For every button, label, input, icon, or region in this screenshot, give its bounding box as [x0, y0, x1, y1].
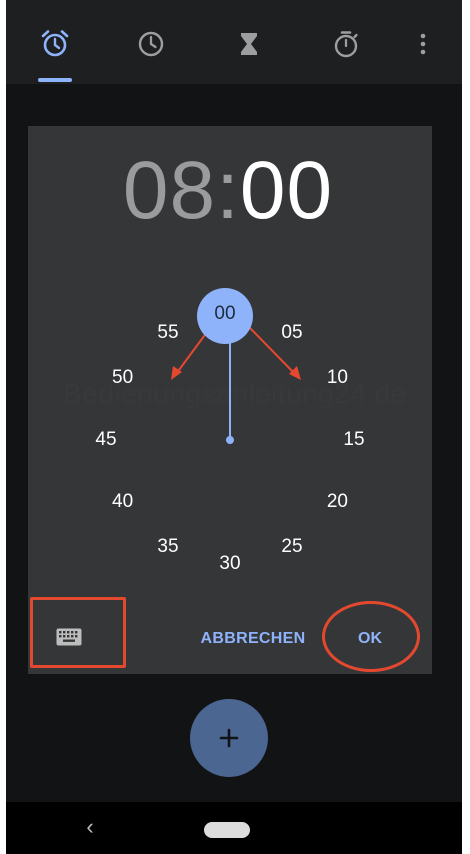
minute-label-45[interactable]: 45 [86, 428, 126, 452]
selected-minute-label: 00 [214, 303, 236, 324]
minute-label-30[interactable]: 30 [210, 552, 250, 576]
minute-label-15[interactable]: 15 [334, 428, 374, 452]
cancel-button[interactable]: ABBRECHEN [194, 626, 312, 652]
time-separator: : [216, 145, 240, 236]
hourglass-icon[interactable] [229, 24, 269, 64]
stopwatch-icon[interactable] [326, 24, 366, 64]
minute-label-25[interactable]: 25 [272, 535, 312, 559]
back-button[interactable]: ‹ [78, 815, 102, 839]
clock-icon[interactable] [131, 24, 171, 64]
minute-label-50[interactable]: 50 [103, 366, 143, 390]
home-button[interactable] [204, 822, 250, 838]
app-tab-bar [6, 0, 462, 84]
time-display: 08:00 [0, 150, 456, 232]
ok-button[interactable]: OK [340, 622, 400, 656]
active-tab-indicator [38, 78, 72, 82]
minute-label-10[interactable]: 10 [317, 366, 357, 390]
minute-label-20[interactable]: 20 [317, 490, 357, 514]
keyboard-icon [56, 628, 82, 646]
keyboard-button[interactable] [48, 616, 90, 658]
minute-value[interactable]: 00 [240, 145, 333, 236]
alarm-icon[interactable] [35, 24, 75, 64]
minute-label-55[interactable]: 55 [148, 321, 188, 345]
hour-value[interactable]: 08 [123, 145, 216, 236]
more-vert-icon[interactable] [403, 24, 443, 64]
watermark-text: Bedienungsanleitung24.de [63, 378, 407, 409]
plus-icon [219, 728, 239, 748]
add-alarm-button[interactable] [190, 699, 268, 777]
minute-label-35[interactable]: 35 [148, 535, 188, 559]
minute-label-05[interactable]: 05 [272, 321, 312, 345]
minute-label-40[interactable]: 40 [103, 490, 143, 514]
